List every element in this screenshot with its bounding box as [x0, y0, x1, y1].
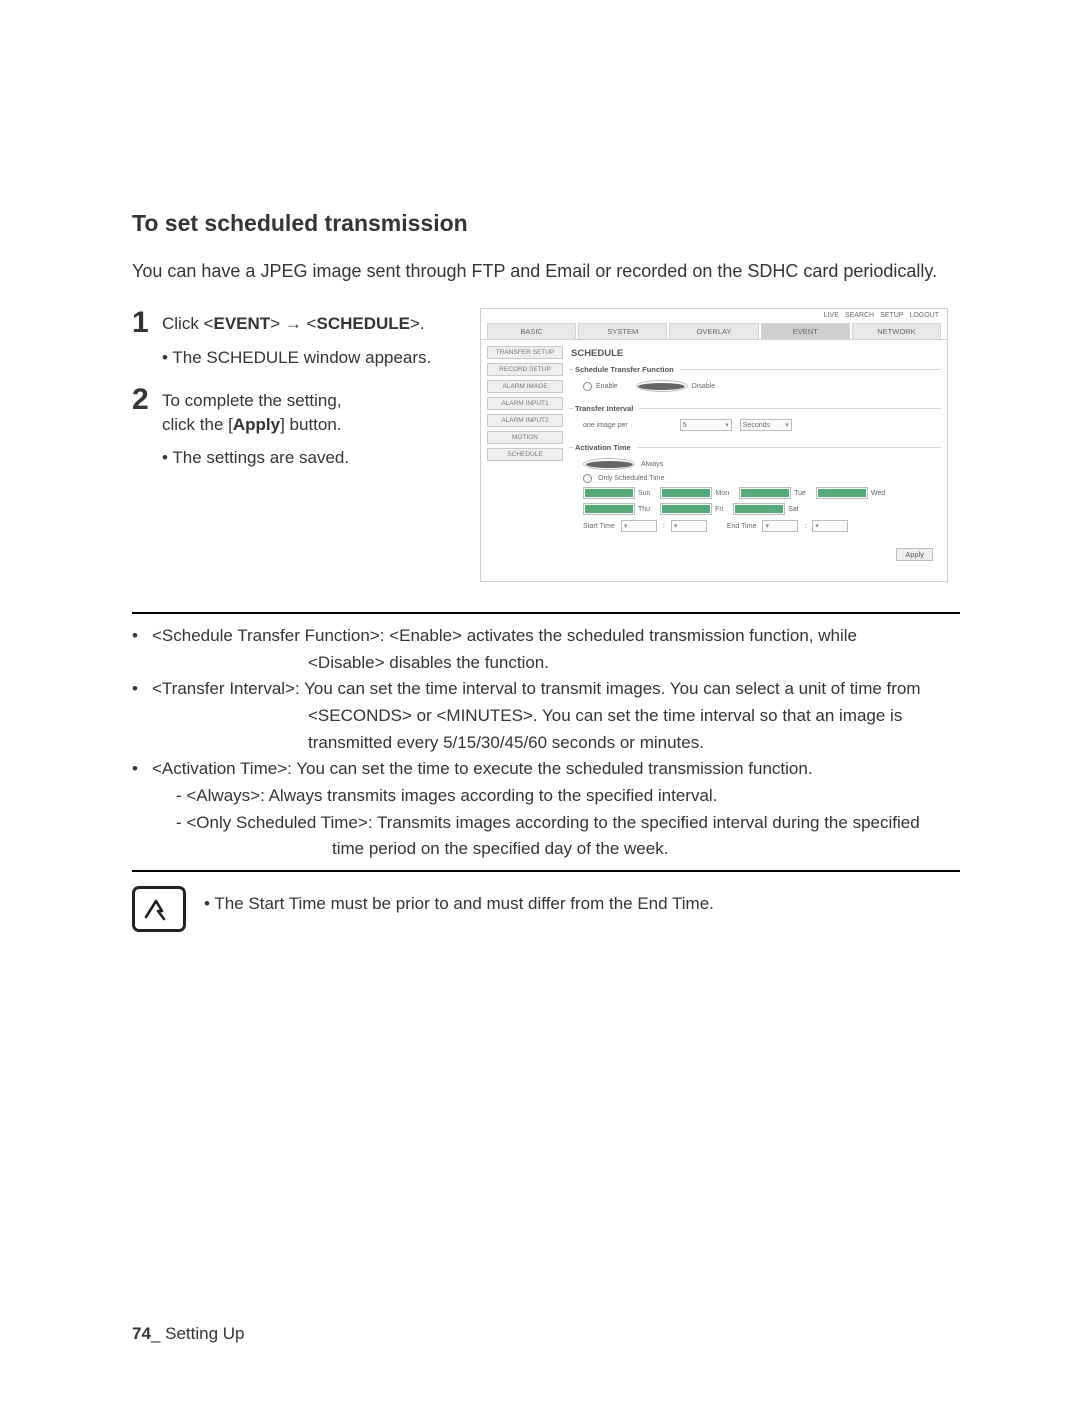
- step-1-sub: The SCHEDULE window appears.: [162, 346, 464, 371]
- def-schedule-transfer: <Schedule Transfer Function>: <Enable> a…: [152, 624, 960, 649]
- label: End Time: [727, 523, 757, 530]
- chk-day[interactable]: [733, 503, 785, 515]
- step-number-1: 1: [132, 308, 154, 338]
- interval-unit-select[interactable]: Seconds: [740, 419, 792, 431]
- l: Wed: [871, 490, 885, 497]
- step-2-sub: The settings are saved.: [162, 446, 464, 471]
- def-only-scheduled: - <Only Scheduled Time>: Transmits image…: [176, 811, 960, 836]
- chk-day[interactable]: [660, 487, 712, 499]
- sidebar-item[interactable]: RECORD SETUP: [487, 363, 563, 376]
- step-2-text: To complete the setting, click the [Appl…: [162, 385, 342, 438]
- sidebar-item[interactable]: ALARM INPUT1: [487, 397, 563, 410]
- interval-value-select[interactable]: 5: [680, 419, 732, 431]
- radio-always[interactable]: [583, 458, 635, 470]
- nav-logout[interactable]: LOGOUT: [909, 312, 939, 319]
- note-icon: [132, 886, 186, 932]
- l: Sun: [638, 490, 650, 497]
- sidebar-item[interactable]: ALARM IMAGE: [487, 380, 563, 393]
- v: Seconds: [743, 422, 770, 429]
- tab-network[interactable]: NETWORK: [852, 323, 941, 339]
- t: <: [302, 314, 317, 333]
- label: Start Time: [583, 523, 615, 530]
- t: >.: [410, 314, 425, 333]
- label: one image per: [583, 422, 628, 429]
- sidebar-item[interactable]: ALARM INPUT2: [487, 414, 563, 427]
- note-text: The Start Time must be prior to and must…: [204, 886, 714, 917]
- fieldset-activation: Activation Time Always Only Scheduled Ti…: [569, 443, 941, 536]
- chk-day[interactable]: [583, 503, 635, 515]
- page-number: 74: [132, 1324, 151, 1343]
- tab-basic[interactable]: BASIC: [487, 323, 576, 339]
- screenshot: LIVE SEARCH SETUP LOGOUT BASIC SYSTEM OV…: [480, 308, 948, 582]
- chk-day[interactable]: [583, 487, 635, 499]
- intro-text: You can have a JPEG image sent through F…: [132, 259, 960, 284]
- panel-title: SCHEDULE: [571, 348, 941, 359]
- label: Disable: [692, 383, 715, 390]
- def-only-scheduled-2: time period on the specified day of the …: [152, 837, 960, 862]
- t: To complete the setting,: [162, 391, 342, 410]
- divider: [132, 870, 960, 872]
- chk-day[interactable]: [660, 503, 712, 515]
- t: SCHEDULE: [316, 314, 410, 333]
- step-1-text: Click <EVENT> → <SCHEDULE>.: [162, 308, 425, 337]
- t: ] button.: [280, 415, 341, 434]
- def-always: - <Always>: Always transmits images acco…: [176, 784, 960, 809]
- start-h[interactable]: [621, 520, 657, 532]
- fieldset-transfer-function: Schedule Transfer Function Enable Disabl…: [569, 365, 941, 396]
- nav-live[interactable]: LIVE: [824, 312, 839, 319]
- legend: Activation Time: [573, 443, 637, 452]
- def-transfer-interval-3: transmitted every 5/15/30/45/60 seconds …: [152, 731, 960, 756]
- divider: [132, 612, 960, 614]
- radio-enable[interactable]: [583, 382, 592, 391]
- def-transfer-interval-2: <SECONDS> or <MINUTES>. You can set the …: [152, 704, 960, 729]
- sidebar-item[interactable]: SCHEDULE: [487, 448, 563, 461]
- l: Fri: [715, 506, 723, 513]
- t: Apply: [233, 415, 280, 434]
- l: Mon: [715, 490, 729, 497]
- l: Sat: [788, 506, 799, 513]
- end-h[interactable]: [762, 520, 798, 532]
- start-m[interactable]: [671, 520, 707, 532]
- section-name: Setting Up: [160, 1324, 244, 1343]
- fieldset-interval: Transfer Interval one image per 5 Second…: [569, 404, 941, 435]
- t: Click <: [162, 314, 213, 333]
- apply-button[interactable]: Apply: [896, 548, 933, 561]
- step-number-2: 2: [132, 385, 154, 415]
- t: EVENT: [213, 314, 270, 333]
- tab-system[interactable]: SYSTEM: [578, 323, 667, 339]
- section-heading: To set scheduled transmission: [132, 210, 960, 237]
- definitions: •<Schedule Transfer Function>: <Enable> …: [132, 624, 960, 862]
- screenshot-sidebar: TRANSFER SETUP RECORD SETUP ALARM IMAGE …: [487, 346, 563, 461]
- radio-only-scheduled[interactable]: [583, 474, 592, 483]
- page-footer: 74_ Setting Up: [132, 1324, 245, 1344]
- sep: _: [151, 1324, 160, 1343]
- def-transfer-interval: <Transfer Interval>: You can set the tim…: [152, 677, 960, 702]
- t: >: [270, 314, 285, 333]
- legend: Schedule Transfer Function: [573, 365, 680, 374]
- label: Always: [641, 461, 663, 468]
- def-schedule-transfer-2: <Disable> disables the function.: [152, 651, 960, 676]
- screenshot-tabs: BASIC SYSTEM OVERLAY EVENT NETWORK: [481, 323, 947, 339]
- radio-disable[interactable]: [636, 380, 688, 392]
- def-activation-time: <Activation Time>: You can set the time …: [152, 757, 960, 782]
- screenshot-topnav: LIVE SEARCH SETUP LOGOUT: [481, 309, 947, 323]
- nav-search[interactable]: SEARCH: [845, 312, 874, 319]
- l: Tue: [794, 490, 806, 497]
- v: 5: [683, 422, 687, 429]
- label: Enable: [596, 383, 618, 390]
- tab-overlay[interactable]: OVERLAY: [669, 323, 758, 339]
- sidebar-item[interactable]: MOTION: [487, 431, 563, 444]
- chk-day[interactable]: [739, 487, 791, 499]
- arrow-icon: →: [285, 314, 302, 333]
- end-m[interactable]: [812, 520, 848, 532]
- label: Only Scheduled Time: [598, 475, 665, 482]
- legend: Transfer Interval: [573, 404, 639, 413]
- chk-day[interactable]: [816, 487, 868, 499]
- nav-setup[interactable]: SETUP: [880, 312, 903, 319]
- l: Thu: [638, 506, 650, 513]
- sidebar-item[interactable]: TRANSFER SETUP: [487, 346, 563, 359]
- t: click the [: [162, 415, 233, 434]
- tab-event[interactable]: EVENT: [761, 323, 850, 339]
